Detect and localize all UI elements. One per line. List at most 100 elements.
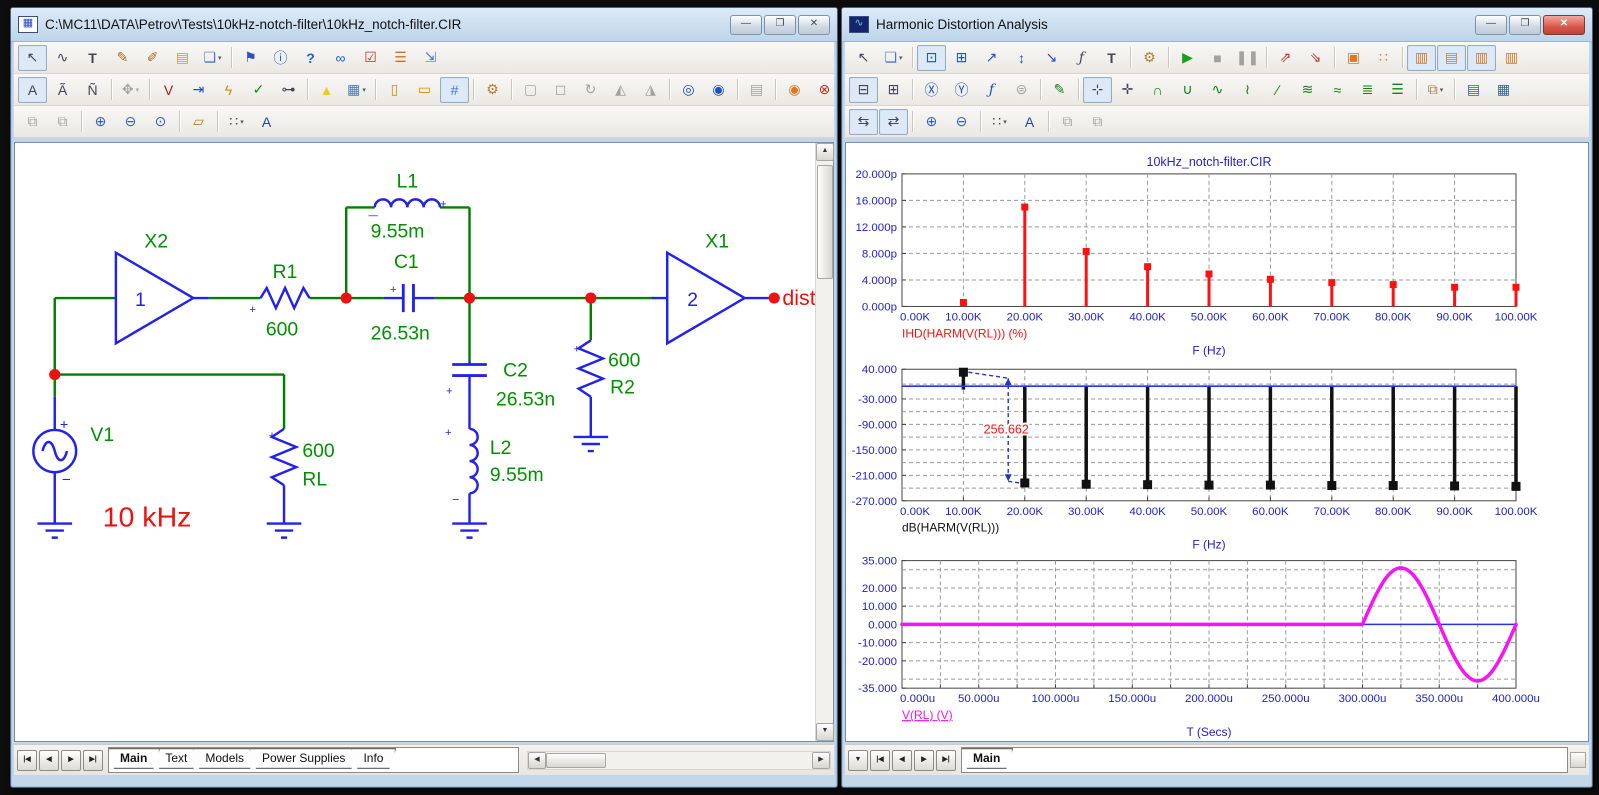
tab-nav-0[interactable]: |◀ — [870, 750, 890, 771]
grid-snap-button[interactable]: ∷▾ — [222, 109, 251, 135]
cursor-lines-button[interactable]: ⇆ — [849, 109, 878, 135]
go-valley-button[interactable]: ∪ — [1173, 77, 1202, 103]
export-tool-button[interactable]: ⇲ — [416, 45, 445, 71]
shapes-tool-button[interactable]: ❏▾ — [879, 45, 908, 71]
schematic-label[interactable]: V1 — [90, 425, 114, 446]
tab-nav-2[interactable]: ▶ — [914, 750, 934, 771]
go-global-low-button[interactable]: ≈ — [1323, 77, 1352, 103]
schematic-label[interactable]: + — [390, 284, 397, 296]
tab-main[interactable]: Main — [108, 748, 160, 769]
tab-info[interactable]: Info — [350, 748, 396, 769]
shapes-tool-button[interactable]: ❏▾ — [198, 45, 227, 71]
schematic-label[interactable]: dist — [782, 286, 815, 310]
graphics-mode-button[interactable]: ✐ — [138, 45, 167, 71]
go-bottom-button[interactable]: ☰ — [1383, 77, 1412, 103]
current-arrows-button[interactable]: ⇥ — [184, 77, 213, 103]
plus-marks-button[interactable]: ∷ — [1369, 45, 1398, 71]
text-mode-button[interactable]: T — [78, 45, 107, 71]
delete-all-objects-button[interactable]: ⊟ — [849, 77, 878, 103]
close-button[interactable]: ✕ — [1543, 15, 1585, 35]
go-high-button[interactable]: ∿ — [1203, 77, 1232, 103]
tab-nav-1[interactable]: ◀ — [39, 750, 59, 771]
properties-button[interactable]: ⚙ — [478, 77, 507, 103]
grid-display-button[interactable]: ▦▾ — [342, 77, 371, 103]
pause-button[interactable]: ❚❚ — [1233, 45, 1262, 71]
find-waveform-button[interactable]: ◎ — [674, 77, 703, 103]
panel-plot-1-button[interactable]: ▥ — [1407, 45, 1436, 71]
schematic-label[interactable]: 1 — [135, 290, 146, 311]
y-axis-settings-button[interactable]: Ⓨ — [947, 77, 976, 103]
panel-plot-4-button[interactable]: ▥ — [1497, 45, 1526, 71]
schematic-label[interactable]: 9.55m — [490, 465, 544, 486]
x-axis-settings-button[interactable]: Ⓧ — [917, 77, 946, 103]
copy-page-button[interactable]: ⧉ — [48, 109, 77, 135]
copy-plot-button[interactable]: ⧉ — [1053, 109, 1082, 135]
schematic-drawing[interactable]: X21R1600L19.55mC126.53nX12distC226.53n60… — [15, 143, 816, 741]
tab-nav-2[interactable]: ▶ — [61, 750, 81, 771]
formula-text-button[interactable]: ƒ — [1067, 45, 1096, 71]
horizontal-scrollbar[interactable]: ◀ ▶ — [527, 751, 831, 770]
data-points-button[interactable]: ⇗ — [1271, 45, 1300, 71]
schematic-label[interactable]: + — [445, 427, 452, 439]
tab-text[interactable]: Text — [152, 748, 200, 769]
schematic-label[interactable]: + — [60, 417, 68, 433]
schematic-label[interactable]: + — [440, 198, 447, 210]
cursor-lines-both-button[interactable]: ⇄ — [879, 109, 908, 135]
schematic-label[interactable]: − — [62, 471, 71, 488]
next-data-point-button[interactable]: ⊹ — [1083, 77, 1112, 103]
close-button[interactable]: ✕ — [798, 15, 830, 35]
vertical-scrollbar[interactable]: ▲ ▼ — [815, 143, 833, 741]
vertical-scrollbar-thumb[interactable] — [817, 165, 833, 279]
schematic-label[interactable]: + — [573, 343, 580, 355]
copy-page-button[interactable]: ⧉ — [1083, 109, 1112, 135]
power-display-button[interactable]: ϟ — [214, 77, 243, 103]
stop-button[interactable]: ■ — [1203, 45, 1232, 71]
pan-mode-button[interactable]: ◻ — [546, 77, 575, 103]
warnings-display-button[interactable]: ▲ — [312, 77, 341, 103]
schematic-label[interactable]: 9.55m — [371, 222, 425, 243]
edit-curve-button[interactable]: ✎ — [1045, 77, 1074, 103]
cross-hair-mode-button[interactable]: # — [440, 77, 469, 103]
minimize-button[interactable]: — — [730, 15, 762, 35]
link-tool-button[interactable]: ∞ — [326, 45, 355, 71]
scroll-down-button[interactable]: ▼ — [816, 723, 834, 741]
title-block-display-button[interactable]: ▭ — [410, 77, 439, 103]
go-low-button[interactable]: ≀ — [1233, 77, 1262, 103]
panel-plot-3-button[interactable]: ▥ — [1467, 45, 1496, 71]
select-tool-button[interactable]: ↖ — [849, 45, 878, 71]
pin-connections-button[interactable]: ⊶ — [274, 77, 303, 103]
schematic-label[interactable]: ¯ — [368, 214, 379, 232]
zoom-in-button[interactable]: ⊕ — [917, 109, 946, 135]
text-mode-button[interactable]: T — [1097, 45, 1126, 71]
horizontal-scrollbar-thumb[interactable] — [546, 753, 606, 768]
properties-button[interactable]: ⚙ — [1135, 45, 1164, 71]
scroll-up-button[interactable]: ▲ — [816, 143, 834, 161]
zoom-fit-button[interactable]: ⊜ — [1007, 77, 1036, 103]
zoom-out-button[interactable]: ⊖ — [116, 109, 145, 135]
schematic-label[interactable]: RL — [302, 469, 327, 490]
schematic-label[interactable]: − — [452, 492, 459, 506]
series-label[interactable]: dB(HARM(V(RL))) — [902, 521, 999, 535]
ruler-button[interactable]: ▣ — [1339, 45, 1368, 71]
numeric-output-button[interactable]: ▦ — [1489, 77, 1518, 103]
maximize-button[interactable]: ❐ — [764, 15, 796, 35]
tab-nav-3[interactable]: ▶| — [83, 750, 103, 771]
info-tool-button[interactable]: ⓘ — [266, 45, 295, 71]
schematic-label[interactable]: 26.53n — [496, 390, 555, 411]
text-output-button[interactable]: ▤ — [1459, 77, 1488, 103]
flip-y-button[interactable]: ◭ — [606, 77, 635, 103]
scroll-right-button[interactable]: ▶ — [812, 752, 830, 769]
schematic-label[interactable]: L2 — [490, 438, 512, 459]
component-bin-button[interactable]: ▤ — [168, 45, 197, 71]
zoom-100-button[interactable]: ⊙ — [146, 109, 175, 135]
page-image-button[interactable]: ▱ — [184, 109, 213, 135]
tab-nav-3[interactable]: ▶| — [936, 750, 956, 771]
plot-dropdown-button[interactable]: ▼ — [848, 750, 868, 771]
schematic-label[interactable]: + — [269, 430, 276, 442]
node-numbers-display-button[interactable]: Ñ — [78, 77, 107, 103]
series-label[interactable]: V(RL) (V) — [902, 708, 953, 722]
tab-nav-0[interactable]: |◀ — [17, 750, 37, 771]
fx-settings-button[interactable]: ƒ — [977, 77, 1006, 103]
tab-models[interactable]: Models — [192, 748, 257, 769]
schematic-label[interactable]: 600 — [302, 441, 334, 462]
